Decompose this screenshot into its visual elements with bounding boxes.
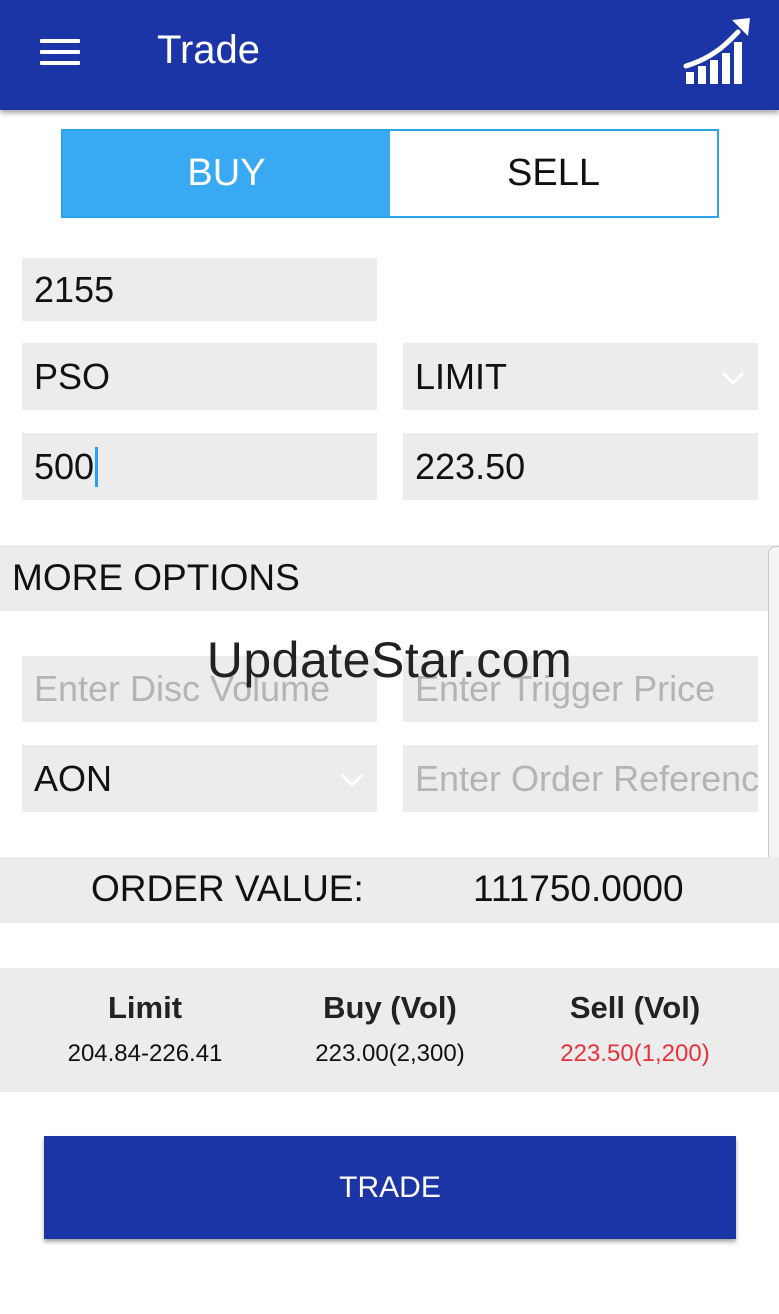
order-value-bar: ORDER VALUE: 111750.0000 [0,857,779,923]
account-value: 2155 [34,268,115,310]
buy-volume-value: 223.00(2,300) [315,1040,465,1067]
limit-column: Limit 204.84-226.41 [25,990,265,1068]
order-value-amount: 111750.0000 [473,868,684,909]
quote-panel: Limit 204.84-226.41 Buy (Vol) 223.00(2,3… [0,968,779,1092]
chevron-down-icon [340,773,364,787]
order-type-value: LIMIT [415,355,508,397]
trending-up-chart-icon [683,18,750,84]
trigger-price-field[interactable]: Enter Trigger Price [403,656,758,722]
chevron-down-icon [721,371,745,385]
hamburger-menu-icon[interactable] [38,37,84,69]
trigger-price-placeholder: Enter Trigger Price [415,668,716,709]
more-options-header[interactable]: MORE OPTIONS [0,545,779,611]
limit-value: 204.84-226.41 [67,1040,223,1067]
duration-select[interactable]: AON [22,745,377,812]
quantity-field[interactable]: 500 [22,433,377,500]
trade-button[interactable]: TRADE [44,1136,736,1239]
sell-volume-column: Sell (Vol) 223.50(1,200) [515,990,755,1068]
order-value-label: ORDER VALUE: [91,868,364,909]
order-reference-field[interactable]: Enter Order Reference [403,745,758,812]
disc-volume-placeholder: Enter Disc Volume [34,668,331,709]
text-cursor [95,446,99,487]
page-title: Trade [157,28,261,72]
buy-volume-label: Buy (Vol) [323,990,457,1025]
buy-tab[interactable]: BUY [63,131,390,216]
price-field[interactable]: 223.50 [403,433,758,500]
sell-volume-value: 223.50(1,200) [560,1040,710,1067]
buy-volume-column: Buy (Vol) 223.00(2,300) [270,990,510,1068]
sell-volume-label: Sell (Vol) [569,990,701,1025]
limit-label: Limit [107,990,183,1025]
symbol-field[interactable]: PSO [22,343,377,410]
buy-sell-toggle: BUY SELL [61,129,719,218]
price-value: 223.50 [415,445,526,487]
order-reference-placeholder: Enter Order Reference [415,757,758,799]
account-field[interactable]: 2155 [22,258,377,321]
duration-value: AON [34,757,113,799]
app-bar: Trade [0,0,779,110]
disc-volume-field[interactable]: Enter Disc Volume [22,656,377,722]
scrollbar[interactable] [768,546,779,864]
symbol-value: PSO [34,355,111,397]
sell-tab[interactable]: SELL [390,131,717,216]
quantity-value: 500 [34,445,95,487]
order-type-select[interactable]: LIMIT [403,343,758,410]
